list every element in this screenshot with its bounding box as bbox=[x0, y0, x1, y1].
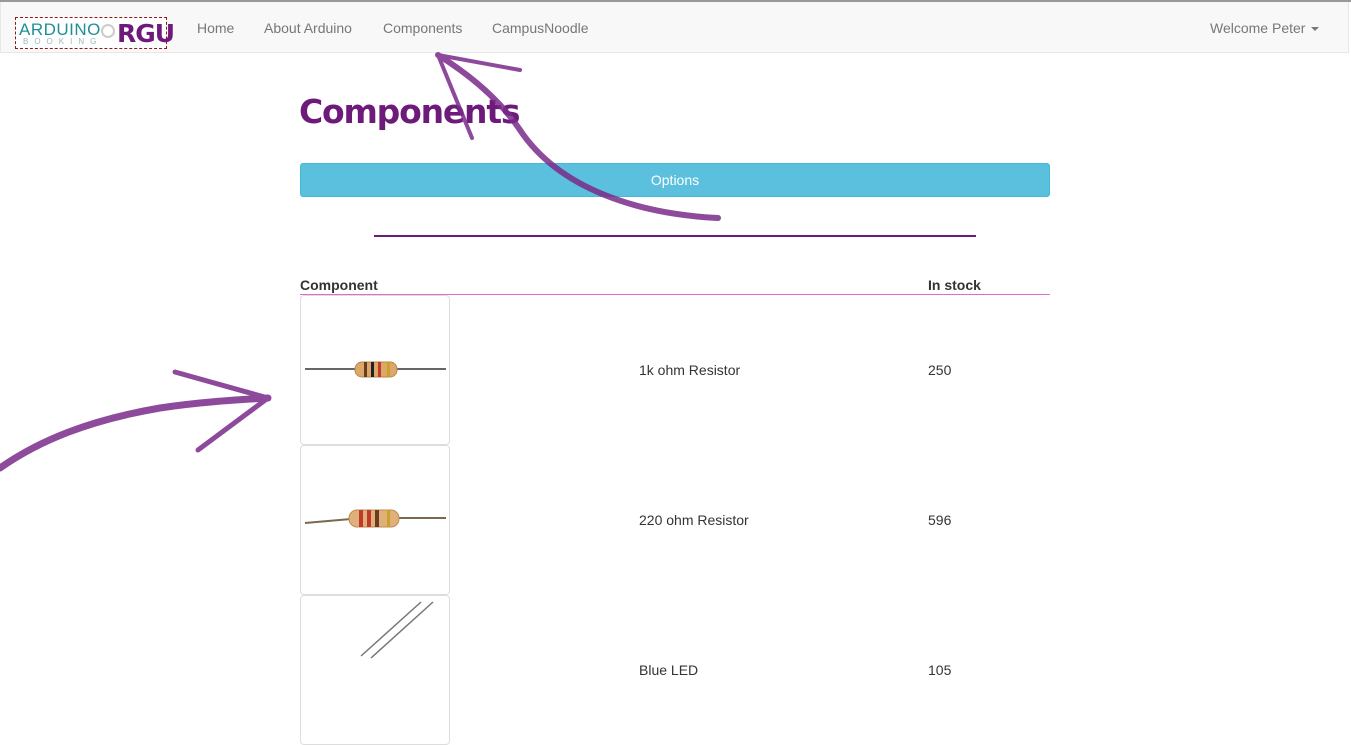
component-stock: 596 bbox=[928, 512, 952, 528]
column-header-stock: In stock bbox=[928, 277, 981, 293]
component-thumbnail-resistor-220[interactable] bbox=[300, 445, 450, 595]
section-divider bbox=[374, 235, 976, 237]
brand-logo-ring bbox=[101, 24, 115, 38]
component-stock: 105 bbox=[928, 662, 952, 678]
brand-logo-rgu: RGU bbox=[117, 19, 175, 48]
caret-down-icon bbox=[1311, 27, 1320, 32]
user-menu-label: Welcome Peter bbox=[1210, 20, 1306, 36]
page-title: Components bbox=[299, 92, 521, 131]
component-name: 220 ohm Resistor bbox=[639, 512, 749, 528]
table-row: Blue LED 105 bbox=[300, 595, 1050, 745]
component-name: 1k ohm Resistor bbox=[639, 362, 741, 378]
nav-campusnoodle[interactable]: CampusNoodle bbox=[492, 20, 589, 36]
column-header-component: Component bbox=[300, 277, 378, 293]
resistor-icon bbox=[305, 361, 446, 378]
annotation-arrow-icon bbox=[0, 369, 272, 472]
component-name: Blue LED bbox=[639, 662, 699, 678]
table-row: 220 ohm Resistor 596 bbox=[300, 445, 1050, 595]
options-button[interactable]: Options bbox=[300, 163, 1050, 197]
nav-about-arduino[interactable]: About Arduino bbox=[264, 20, 352, 36]
led-icon bbox=[360, 601, 434, 659]
brand-logo-subtext: BOOKING bbox=[23, 37, 103, 46]
navbar: ARDUINO BOOKING RGU Home About Arduino C… bbox=[0, 2, 1349, 53]
component-thumbnail-blue-led[interactable] bbox=[300, 595, 450, 745]
component-stock: 250 bbox=[928, 362, 952, 378]
table-row: 1k ohm Resistor 250 bbox=[300, 295, 1050, 445]
nav-components[interactable]: Components bbox=[383, 20, 462, 36]
nav-home[interactable]: Home bbox=[197, 20, 234, 36]
resistor-icon bbox=[304, 509, 446, 528]
component-thumbnail-resistor-1k[interactable] bbox=[300, 295, 450, 445]
user-menu-dropdown[interactable]: Welcome Peter bbox=[1210, 20, 1320, 36]
brand-logo[interactable]: ARDUINO BOOKING RGU bbox=[15, 17, 175, 49]
